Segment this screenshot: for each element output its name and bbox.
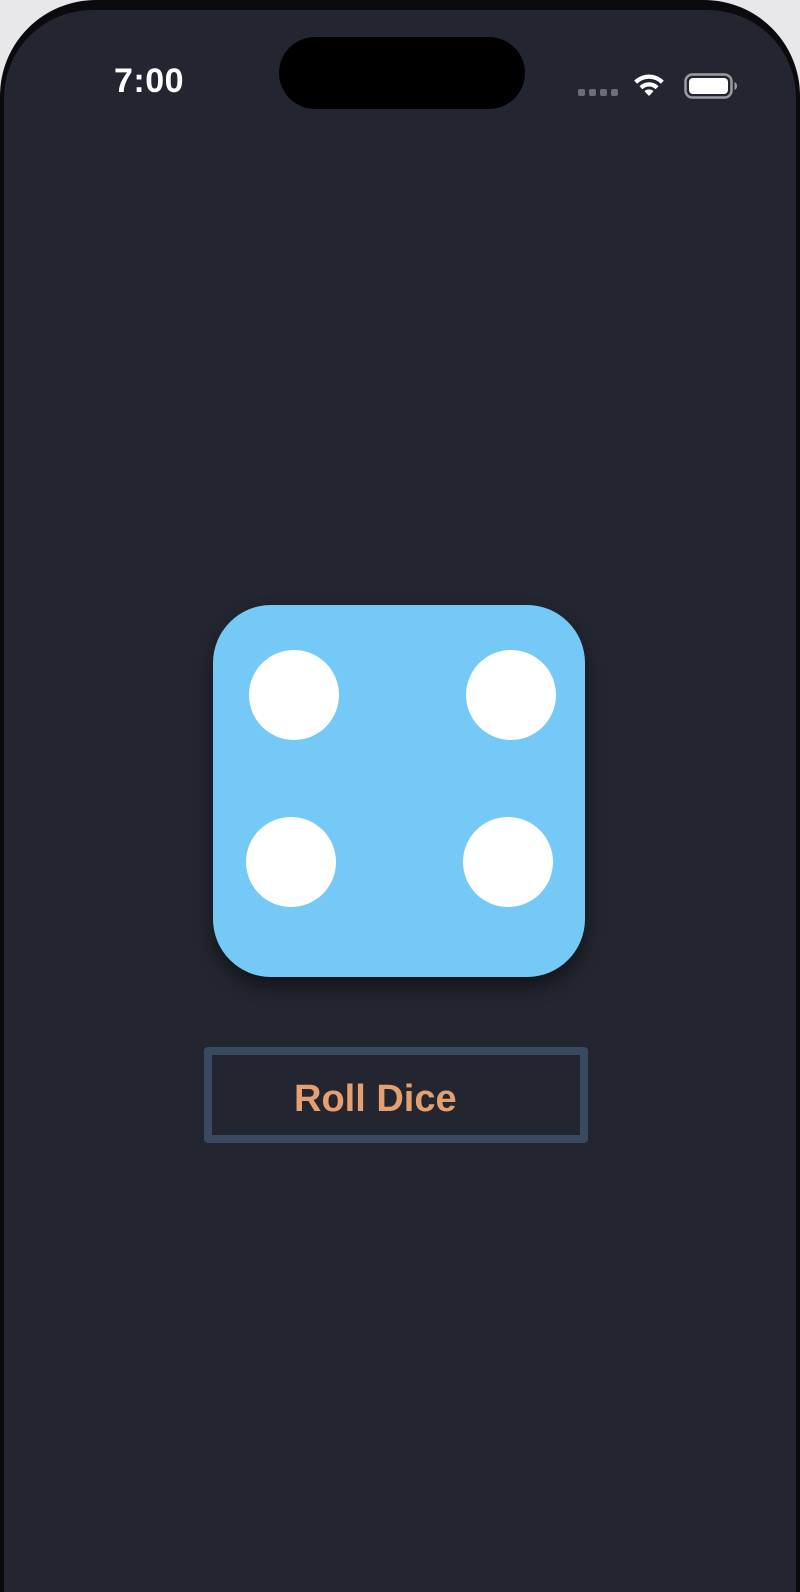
dynamic-island: [279, 37, 525, 109]
dice-pip: [246, 817, 336, 907]
dice-pip: [249, 650, 339, 740]
wifi-icon: [634, 74, 664, 96]
roll-dice-button-label: Roll Dice: [294, 1078, 457, 1120]
cellular-signal-icon: [578, 89, 622, 97]
battery-icon: [684, 73, 737, 99]
status-time: 7:00: [114, 62, 185, 100]
dice-pip: [463, 817, 553, 907]
dice-pip: [466, 650, 556, 740]
status-bar: 7:00: [4, 10, 796, 130]
dice-face: [213, 605, 585, 977]
roll-dice-button[interactable]: Roll Dice: [204, 1047, 588, 1143]
